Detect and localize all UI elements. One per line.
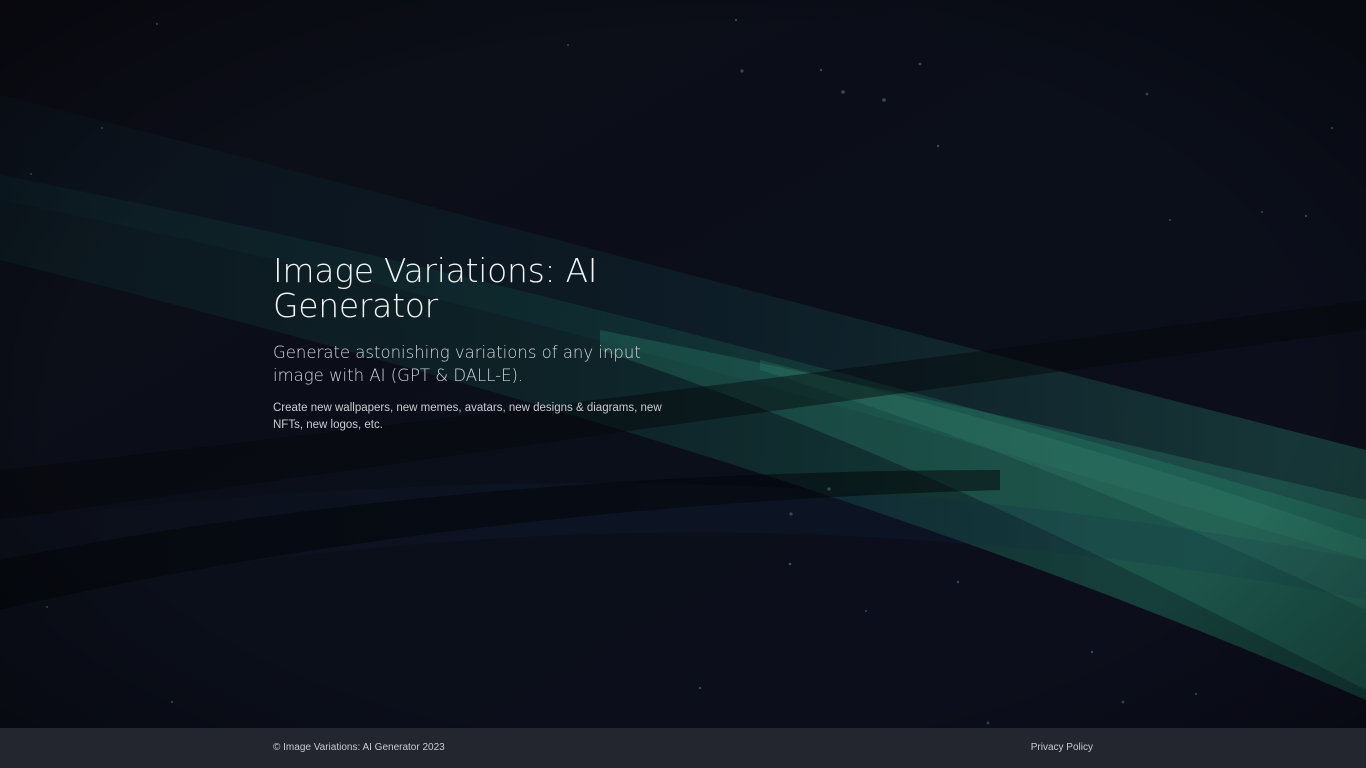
hero-subtitle: Generate astonishing variations of any i…: [273, 343, 641, 385]
footer-copyright: © Image Variations: AI Generator 2023: [273, 742, 445, 753]
background-art: [0, 0, 1366, 768]
page: Image Variations: AI Generator Generate …: [0, 0, 1366, 768]
hero-description: Create new wallpapers, new memes, avatar…: [273, 402, 662, 431]
footer: © Image Variations: AI Generator 2023 Pr…: [0, 728, 1366, 768]
privacy-policy-link[interactable]: Privacy Policy: [1031, 741, 1093, 755]
page-title: Image Variations: AI Generator: [273, 251, 598, 325]
hero-section: Image Variations: AI Generator Generate …: [273, 253, 673, 434]
